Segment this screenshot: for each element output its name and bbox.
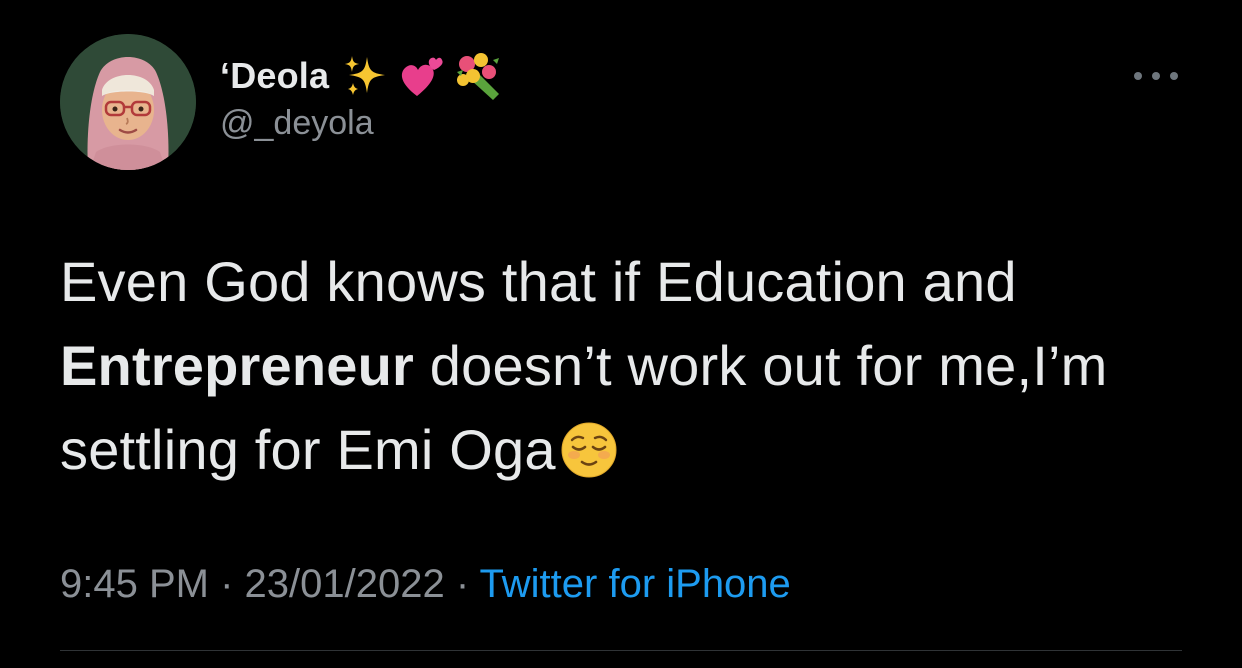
dot	[1134, 72, 1142, 80]
bouquet-icon	[453, 50, 505, 102]
tweet-text-bold: Entrepreneur	[60, 334, 415, 397]
tweet-meta: 9:45 PM · 23/01/2022 · Twitter for iPhon…	[60, 562, 791, 607]
sparkles-icon	[343, 53, 389, 99]
display-name[interactable]: ‘Deola	[220, 55, 329, 97]
more-options-icon[interactable]	[1134, 68, 1178, 84]
meta-separator: ·	[444, 562, 480, 606]
tweet-source-link[interactable]: Twitter for iPhone	[480, 562, 791, 606]
bitmoji-avatar-icon	[60, 34, 196, 170]
tweet-time[interactable]: 9:45 PM	[60, 562, 209, 606]
tweet-text: Even God knows that if Education and Ent…	[60, 240, 1200, 502]
tweet-text-part1: Even God knows that if Education and	[60, 250, 1017, 313]
two-hearts-icon	[397, 52, 445, 100]
meta-separator: ·	[208, 562, 245, 606]
tweet-date[interactable]: 23/01/2022	[245, 562, 445, 606]
author-handle[interactable]: @_deyola	[220, 104, 505, 143]
tweet-header: ‘Deola @_deyola	[60, 34, 1182, 170]
dot	[1152, 72, 1160, 80]
display-name-row[interactable]: ‘Deola	[220, 50, 505, 102]
divider	[60, 650, 1182, 651]
relieved-face-icon	[560, 418, 618, 502]
author-names: ‘Deola @_deyola	[220, 50, 505, 143]
author-avatar[interactable]	[60, 34, 196, 170]
dot	[1170, 72, 1178, 80]
